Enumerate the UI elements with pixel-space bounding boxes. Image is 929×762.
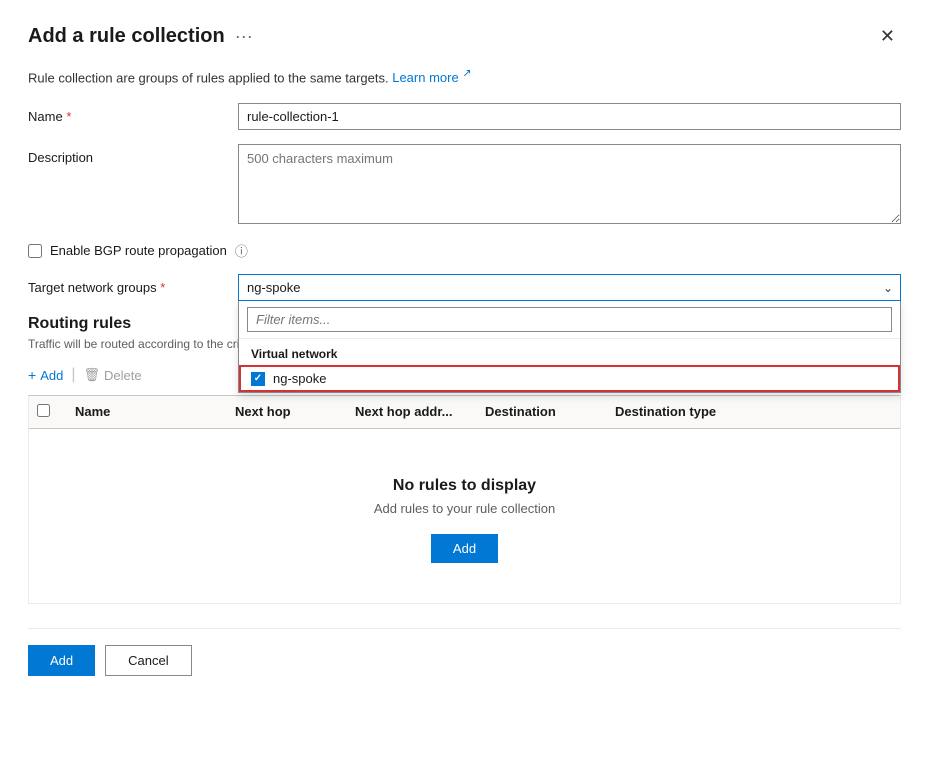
select-all-header	[29, 396, 65, 428]
col-next-hop-header: Next hop	[225, 396, 345, 428]
info-text: Rule collection are groups of rules appl…	[28, 70, 389, 85]
empty-title: No rules to display	[49, 477, 880, 495]
empty-subtitle: Add rules to your rule collection	[49, 501, 880, 516]
trash-icon: 🗑	[83, 367, 100, 383]
description-row: Description	[28, 144, 901, 227]
target-network-dropdown-button[interactable]: ng-spoke	[238, 274, 901, 301]
close-button[interactable]: ✕	[874, 24, 901, 49]
dialog-footer: Add Cancel	[28, 628, 901, 676]
required-indicator: *	[66, 109, 71, 124]
select-all-checkbox[interactable]	[37, 404, 50, 417]
description-label: Description	[28, 144, 238, 165]
footer-cancel-button[interactable]: Cancel	[105, 645, 191, 676]
dialog-header: Add a rule collection ··· ✕	[28, 24, 901, 49]
toolbar-separator: |	[71, 366, 75, 384]
target-network-dropdown-wrapper: ng-spoke ⌄ Virtual network ✓ ng-spoke	[238, 274, 901, 301]
external-link-icon: ↗	[462, 68, 471, 80]
learn-more-link[interactable]: Learn more ↗	[392, 70, 471, 85]
dropdown-checkbox-checked: ✓	[251, 372, 265, 386]
info-bar: Rule collection are groups of rules appl…	[28, 67, 901, 85]
plus-icon: +	[28, 367, 36, 383]
col-name-header: Name	[65, 396, 225, 428]
empty-state: No rules to display Add rules to your ru…	[29, 429, 900, 603]
delete-rule-button[interactable]: 🗑 Delete	[83, 363, 141, 387]
name-input[interactable]	[238, 103, 901, 130]
description-textarea[interactable]	[238, 144, 901, 224]
required-indicator-2: *	[160, 280, 165, 295]
dialog-more-icon[interactable]: ···	[235, 26, 253, 47]
checkmark-icon: ✓	[254, 373, 262, 384]
add-rule-empty-button[interactable]: Add	[431, 534, 498, 563]
dropdown-filter-area	[239, 301, 900, 339]
dialog-title-row: Add a rule collection ···	[28, 25, 253, 48]
add-rule-button[interactable]: + Add	[28, 363, 63, 387]
target-network-row: Target network groups * ng-spoke ⌄ Virtu…	[28, 274, 901, 301]
description-control	[238, 144, 901, 227]
footer-add-button[interactable]: Add	[28, 645, 95, 676]
col-next-hop-addr-header: Next hop addr...	[345, 396, 475, 428]
dropdown-item-label: ng-spoke	[273, 371, 326, 386]
bgp-info-icon: ⓘ	[235, 241, 248, 260]
target-network-label: Target network groups *	[28, 274, 238, 295]
add-rule-collection-dialog: Add a rule collection ··· ✕ Rule collect…	[0, 0, 929, 762]
dropdown-item-ng-spoke[interactable]: ✓ ng-spoke	[239, 365, 900, 392]
bgp-checkbox-row: Enable BGP route propagation ⓘ	[28, 241, 901, 260]
bgp-checkbox[interactable]	[28, 244, 42, 258]
col-destination-header: Destination	[475, 396, 605, 428]
bgp-label[interactable]: Enable BGP route propagation	[50, 243, 227, 258]
name-row: Name *	[28, 103, 901, 130]
table-header: Name Next hop Next hop addr... Destinati…	[29, 396, 900, 429]
dropdown-panel: Virtual network ✓ ng-spoke	[238, 301, 901, 393]
col-destination-type-header: Destination type	[605, 396, 900, 428]
dialog-title: Add a rule collection	[28, 25, 225, 48]
name-label: Name *	[28, 103, 238, 124]
name-control	[238, 103, 901, 130]
rules-table: Name Next hop Next hop addr... Destinati…	[28, 395, 901, 604]
filter-input[interactable]	[247, 307, 892, 332]
dropdown-section-label: Virtual network	[239, 339, 900, 365]
